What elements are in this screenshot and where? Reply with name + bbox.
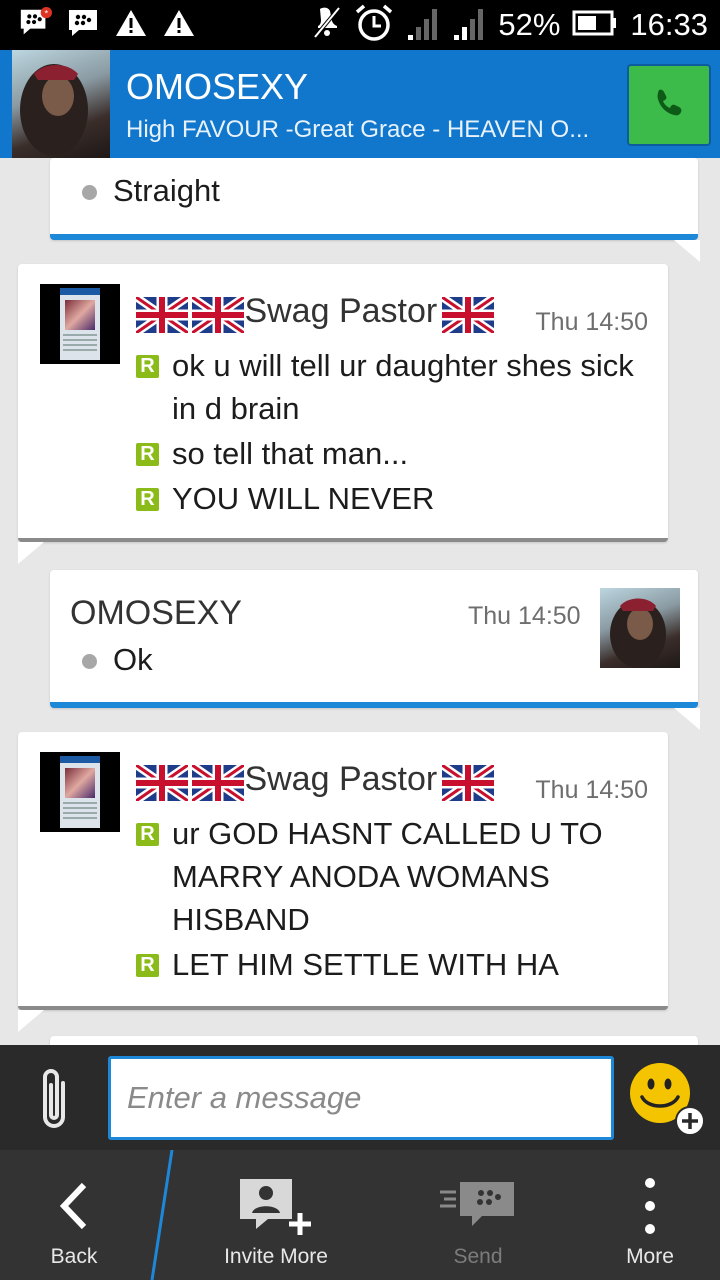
- contact-avatar[interactable]: [12, 50, 110, 158]
- read-receipt-icon: R: [136, 355, 159, 378]
- warning-icon: [114, 6, 148, 40]
- message-bubble-outgoing[interactable]: [50, 1036, 698, 1045]
- clock: 16:33: [630, 7, 708, 42]
- message-timestamp: Thu 14:50: [535, 776, 648, 804]
- invite-more-button[interactable]: Invite More: [176, 1150, 376, 1280]
- invite-contact-icon: [236, 1176, 316, 1236]
- sender-avatar[interactable]: [40, 752, 120, 832]
- uk-flag-icon: [190, 761, 247, 806]
- bbm-send-icon: [438, 1176, 518, 1236]
- sender-row: Swag Pastor: [133, 760, 496, 806]
- bbm-icon: [66, 6, 100, 40]
- battery-icon: [572, 10, 618, 41]
- bubble-tail: [18, 542, 44, 564]
- message-line: Ok: [82, 638, 153, 681]
- message-line-continued: MARRY ANODA WOMANS: [172, 859, 550, 894]
- bubble-tail: [674, 708, 700, 730]
- bubble-tail: [674, 240, 700, 262]
- sender-name: OMOSEXY: [70, 594, 242, 632]
- svg-text:*: *: [44, 8, 48, 19]
- battery-percent: 52%: [498, 7, 561, 42]
- message-input[interactable]: [111, 1059, 607, 1137]
- read-receipt-icon: R: [136, 443, 159, 466]
- more-button[interactable]: More: [580, 1150, 720, 1280]
- message-line: R LET HIM SETTLE WITH HA: [136, 943, 559, 986]
- message-line-continued: HISBAND: [172, 902, 310, 937]
- message-line: Rur GOD HASNT CALLED U TO: [136, 812, 603, 855]
- back-label: Back: [50, 1245, 98, 1268]
- more-label: More: [626, 1245, 674, 1268]
- phone-icon: [642, 76, 696, 135]
- emoji-add-icon: [628, 1063, 708, 1143]
- uk-flag-icon: [133, 293, 191, 338]
- message-bubble-incoming[interactable]: Swag Pastor Thu 14:50 Rur GOD HASNT CALL…: [18, 732, 668, 1010]
- message-composer: [0, 1045, 720, 1150]
- own-avatar[interactable]: [600, 588, 680, 668]
- message-timestamp: Thu 14:50: [535, 308, 648, 336]
- sender-name: Swag Pastor: [244, 292, 438, 330]
- uk-flag-icon: [439, 293, 496, 338]
- delivery-status-icon: [82, 185, 97, 201]
- alarm-icon: [354, 3, 394, 48]
- read-receipt-icon: R: [136, 488, 159, 511]
- nav-divider: [150, 1150, 174, 1280]
- paperclip-icon: [35, 1063, 75, 1138]
- sender-avatar[interactable]: [40, 284, 120, 364]
- signal-icon: [406, 5, 440, 46]
- message-input-box[interactable]: [108, 1056, 614, 1140]
- attach-button[interactable]: [30, 1063, 80, 1137]
- signal-icon: [452, 5, 486, 46]
- chat-header[interactable]: OMOSEXY High FAVOUR -Great Grace - HEAVE…: [0, 50, 720, 158]
- status-bar: * 52% 16:33: [0, 0, 720, 50]
- bbm-notification-icon: *: [18, 6, 52, 40]
- contact-name: OMOSEXY: [126, 66, 309, 107]
- message-timestamp: Thu 14:50: [468, 602, 581, 630]
- message-line: Rso tell that man...: [136, 432, 408, 475]
- uk-flag-icon: [190, 293, 247, 338]
- sender-name: Swag Pastor: [244, 760, 438, 798]
- delivery-status-icon: [82, 654, 97, 670]
- bubble-tail: [18, 1010, 44, 1032]
- message-line: Rok u will tell ur daughter shes sick: [136, 344, 634, 387]
- chevron-left-icon: [56, 1176, 92, 1236]
- uk-flag-icon: [133, 761, 191, 806]
- action-bar: Back Invite More Send More: [0, 1150, 720, 1280]
- back-button[interactable]: Back: [0, 1150, 148, 1280]
- read-receipt-icon: R: [136, 954, 159, 977]
- message-line-continued: in d brain: [172, 391, 300, 426]
- uk-flag-icon: [439, 761, 496, 806]
- overflow-menu-icon: [644, 1176, 656, 1236]
- warning-icon: [162, 6, 196, 40]
- message-line: R YOU WILL NEVER: [136, 477, 434, 520]
- message-bubble-outgoing[interactable]: Straight: [50, 158, 698, 240]
- emoji-button[interactable]: [628, 1059, 708, 1139]
- message-list[interactable]: Straight Swag Pastor Thu 14:50 Rok u wil…: [0, 158, 720, 1045]
- message-bubble-outgoing[interactable]: OMOSEXY Thu 14:50 Ok: [50, 570, 698, 708]
- call-button[interactable]: [627, 64, 711, 146]
- invite-more-label: Invite More: [224, 1245, 328, 1268]
- read-receipt-icon: R: [136, 823, 159, 846]
- send-label: Send: [453, 1245, 503, 1268]
- message-line: Straight: [82, 169, 220, 212]
- mute-icon: [312, 5, 342, 46]
- message-bubble-incoming[interactable]: Swag Pastor Thu 14:50 Rok u will tell ur…: [18, 264, 668, 542]
- sender-row: Swag Pastor: [133, 292, 496, 338]
- contact-status-message: High FAVOUR -Great Grace - HEAVEN O...: [126, 116, 590, 143]
- send-button[interactable]: Send: [388, 1150, 568, 1280]
